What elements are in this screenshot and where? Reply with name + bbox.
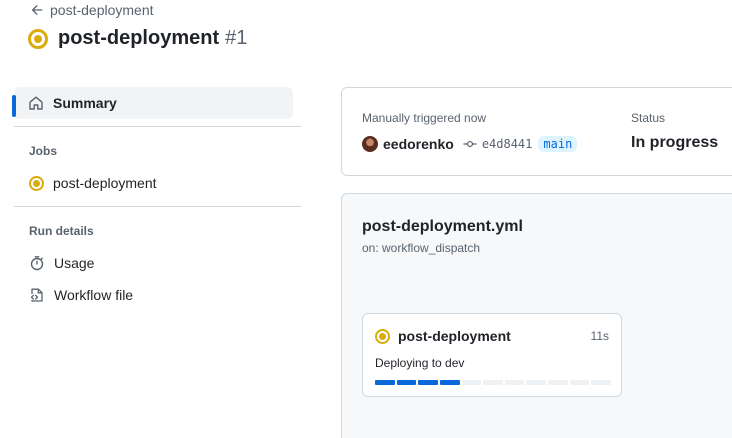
workflow-trigger: on: workflow_dispatch [362, 241, 481, 255]
page-title: post-deployment [58, 27, 220, 49]
progress-segment [591, 380, 612, 385]
divider [14, 126, 301, 127]
sidebar-item-usage[interactable]: Usage [29, 255, 94, 271]
progress-segment [461, 380, 482, 385]
progress-segment [375, 380, 395, 385]
sidebar-item-summary[interactable]: Summary [12, 87, 293, 119]
back-link-label: post-deployment [50, 2, 154, 18]
file-code-icon [30, 288, 43, 302]
run-details-heading: Run details [29, 224, 94, 238]
job-header: post-deployment [375, 328, 511, 344]
in-progress-icon [28, 28, 48, 49]
in-progress-icon [29, 175, 44, 191]
progress-segment [548, 380, 568, 385]
progress-segment [504, 380, 525, 385]
avatar[interactable] [362, 136, 378, 152]
branch-badge[interactable]: main [538, 136, 578, 152]
page-header: post-deployment #1 [28, 27, 247, 50]
job-current-step: Deploying to dev [375, 356, 465, 370]
job-duration: 11s [590, 329, 609, 343]
sidebar-item-workflow-file[interactable]: Workflow file [29, 287, 133, 303]
git-commit-icon [463, 140, 477, 148]
status-label: Status [631, 111, 666, 125]
job-progress-bar [375, 380, 612, 385]
divider [14, 206, 301, 207]
progress-segment [526, 380, 547, 385]
progress-segment [483, 380, 503, 385]
sidebar-item-label: Summary [53, 95, 117, 111]
stopwatch-icon [30, 256, 44, 271]
sidebar-item-label: Usage [54, 255, 95, 271]
active-indicator [12, 95, 16, 117]
progress-segment [396, 380, 417, 385]
job-card[interactable]: post-deployment 11s Deploying to dev [362, 313, 622, 397]
commit-sha-link[interactable]: e4d8441 [482, 137, 533, 151]
workflow-graph: post-deployment.yml on: workflow_dispatc… [341, 193, 732, 438]
progress-segment [569, 380, 590, 385]
back-link[interactable]: post-deployment [30, 2, 154, 18]
job-name: post-deployment [398, 328, 511, 344]
run-summary-card: Manually triggered now eedorenko e4d8441… [341, 87, 732, 176]
sidebar-item-job[interactable]: post-deployment [29, 175, 157, 191]
run-number: #1 [225, 27, 248, 49]
actor-row: eedorenko e4d8441 main [362, 136, 578, 152]
jobs-heading: Jobs [29, 144, 58, 158]
arrow-left-icon [31, 5, 43, 15]
sidebar-item-label: Workflow file [54, 287, 134, 303]
in-progress-icon [375, 328, 390, 344]
workflow-file-name: post-deployment.yml [362, 218, 523, 235]
progress-segment [418, 380, 438, 385]
home-icon [29, 96, 43, 110]
trigger-text: Manually triggered now [362, 111, 487, 125]
workflow-run-page: post-deployment post-deployment #1 Summa… [0, 0, 732, 438]
sidebar-item-label: post-deployment [53, 175, 157, 191]
progress-segment [439, 380, 460, 385]
status-value: In progress [631, 134, 719, 151]
actor-link[interactable]: eedorenko [383, 136, 454, 152]
